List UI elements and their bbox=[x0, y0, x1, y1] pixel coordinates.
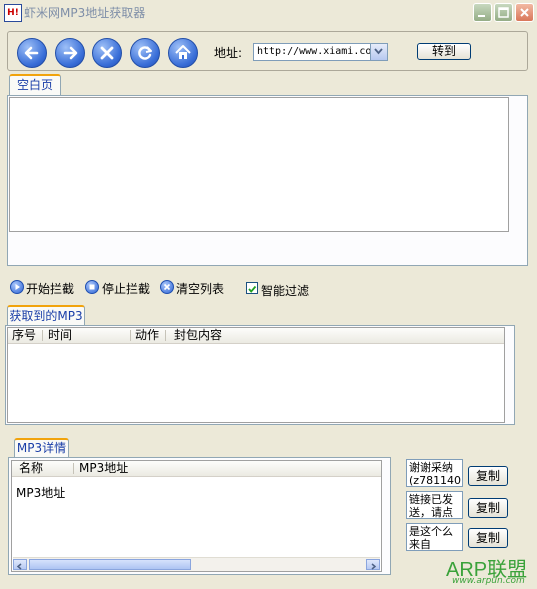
smart-filter-label: 智能过滤 bbox=[261, 284, 310, 298]
chevron-right-icon bbox=[371, 563, 377, 570]
start-capture-button[interactable]: 开始拦截 bbox=[26, 280, 74, 297]
smart-filter-checkbox[interactable] bbox=[246, 282, 258, 294]
forward-button[interactable] bbox=[55, 38, 85, 68]
stop-icon[interactable] bbox=[85, 280, 99, 294]
copy-button-3[interactable]: 复制 bbox=[468, 528, 508, 548]
chevron-left-icon bbox=[16, 563, 22, 570]
clear-icon[interactable] bbox=[160, 280, 174, 294]
copy-button-1[interactable]: 复制 bbox=[468, 466, 508, 486]
column-header-packet-content[interactable]: 封包内容 bbox=[174, 328, 222, 343]
close-icon bbox=[520, 8, 529, 17]
back-button[interactable] bbox=[17, 38, 47, 68]
scroll-right-button[interactable] bbox=[366, 559, 380, 570]
scroll-left-button[interactable] bbox=[13, 559, 27, 570]
column-header-mp3-url[interactable]: MP3地址 bbox=[79, 461, 128, 476]
clear-list-button[interactable]: 清空列表 bbox=[176, 280, 224, 297]
browser-view[interactable] bbox=[9, 97, 509, 232]
home-button[interactable] bbox=[168, 38, 198, 68]
scrollbar-thumb[interactable] bbox=[29, 559, 191, 570]
refresh-button[interactable] bbox=[130, 38, 160, 68]
horizontal-scrollbar[interactable] bbox=[13, 557, 380, 571]
minimize-button[interactable] bbox=[473, 3, 492, 22]
tab-captured-mp3[interactable]: 获取到的MP3 bbox=[7, 305, 85, 326]
list-item[interactable]: MP3地址 bbox=[16, 484, 65, 501]
captured-list[interactable]: 序号 时间 动作 封包内容 bbox=[7, 327, 505, 423]
copy-button-2[interactable]: 复制 bbox=[468, 498, 508, 518]
arrow-left-icon bbox=[24, 46, 39, 60]
checkmark-icon bbox=[248, 285, 257, 293]
column-header-name[interactable]: 名称 bbox=[19, 461, 43, 476]
refresh-icon bbox=[138, 46, 152, 60]
play-icon[interactable] bbox=[10, 280, 24, 294]
tab-mp3-details[interactable]: MP3详情 bbox=[14, 438, 69, 458]
note-box-1: 谢谢采纳(z781140 bbox=[406, 459, 463, 487]
address-label: 地址: bbox=[214, 46, 243, 60]
minimize-icon bbox=[478, 15, 485, 17]
captured-list-header: 序号 时间 动作 封包内容 bbox=[8, 328, 504, 344]
home-icon bbox=[175, 45, 191, 59]
detail-row-name: MP3地址 bbox=[16, 486, 66, 500]
column-header-action[interactable]: 动作 bbox=[135, 328, 159, 343]
address-input[interactable]: http://www.xiami.co bbox=[253, 43, 388, 61]
watermark-url: www.arpun.com bbox=[452, 576, 525, 586]
stop-button[interactable] bbox=[92, 38, 122, 68]
close-icon bbox=[100, 46, 114, 60]
maximize-icon bbox=[498, 7, 509, 18]
note-box-3: 是这个么来自 bbox=[406, 523, 463, 551]
arrow-right-icon bbox=[63, 46, 78, 60]
column-header-index[interactable]: 序号 bbox=[12, 328, 36, 343]
details-list[interactable]: 名称 MP3地址 MP3地址 bbox=[11, 460, 382, 572]
title-bar: H! 虾米网MP3地址获取器 bbox=[0, 0, 537, 24]
app-icon: H! bbox=[4, 4, 22, 22]
column-header-time[interactable]: 时间 bbox=[48, 328, 72, 343]
details-list-header: 名称 MP3地址 bbox=[12, 461, 381, 477]
tab-blank-page[interactable]: 空白页 bbox=[9, 74, 61, 96]
stop-capture-button[interactable]: 停止拦截 bbox=[102, 280, 150, 297]
close-window-button[interactable] bbox=[515, 3, 534, 22]
go-button[interactable]: 转到 bbox=[417, 43, 471, 60]
maximize-button[interactable] bbox=[494, 3, 513, 22]
window-title: 虾米网MP3地址获取器 bbox=[24, 6, 146, 20]
address-dropdown-button[interactable] bbox=[370, 44, 387, 60]
note-box-2: 链接已发送，请点 bbox=[406, 491, 463, 519]
chevron-down-icon bbox=[374, 48, 383, 55]
